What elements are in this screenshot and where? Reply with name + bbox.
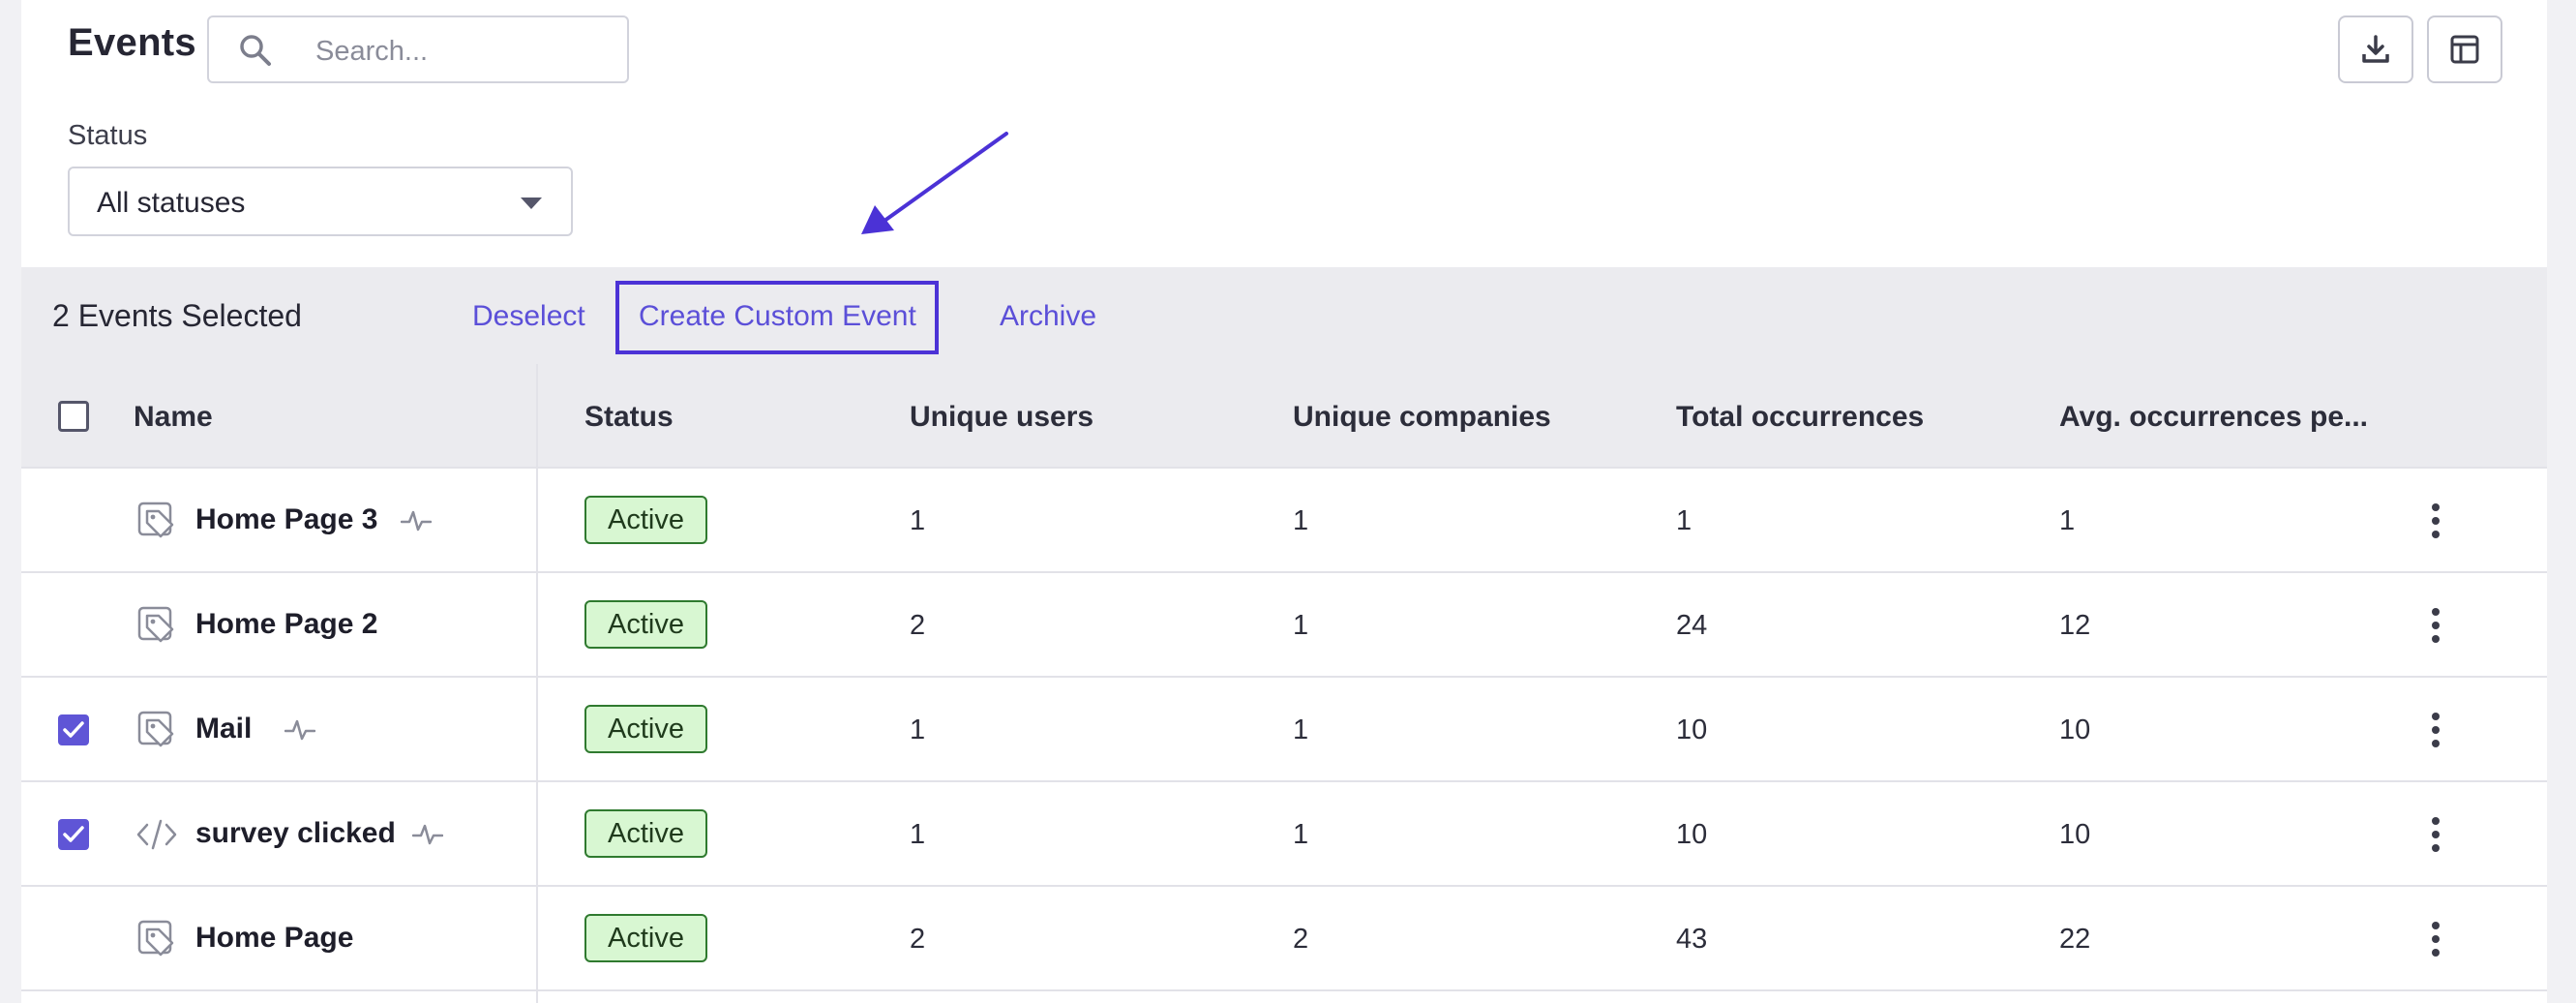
event-name[interactable]: survey clicked [195, 817, 396, 850]
checkmark-icon [63, 721, 84, 738]
avg-occurrences-cell: 10 [2059, 819, 2091, 850]
search-input[interactable]: Search... [207, 15, 629, 83]
unique-companies-cell: 1 [1293, 610, 1309, 641]
activity-pulse-icon [412, 824, 443, 845]
row-checkbox-hidden[interactable] [58, 505, 89, 536]
annotation-arrow-icon [861, 132, 1008, 234]
column-header-name[interactable]: Name [134, 401, 213, 434]
total-occurrences-cell: 10 [1676, 714, 1708, 745]
activity-pulse-icon [401, 510, 432, 532]
table-header: Name Status Unique users Unique companie… [21, 364, 2547, 469]
search-placeholder: Search... [315, 36, 429, 67]
total-occurrences-cell: 1 [1676, 505, 1692, 536]
avg-occurrences-cell: 1 [2059, 505, 2076, 536]
row-menu-icon[interactable] [2431, 503, 2441, 538]
table-row[interactable]: Home Page Active 2 2 43 22 [21, 887, 2547, 991]
unique-companies-cell: 1 [1293, 714, 1309, 745]
bulk-action-bar: 2 Events Selected Deselect Create Custom… [21, 267, 2547, 364]
checkmark-icon [63, 826, 84, 842]
column-header-unique-users[interactable]: Unique users [910, 401, 1093, 434]
row-menu-icon[interactable] [2431, 817, 2441, 852]
unique-users-cell: 1 [910, 505, 926, 536]
row-checkbox-hidden[interactable] [58, 924, 89, 955]
download-button[interactable] [2338, 15, 2413, 83]
unique-users-cell: 2 [910, 924, 926, 955]
unique-companies-cell: 1 [1293, 505, 1309, 536]
status-filter-label: Status [68, 120, 148, 151]
total-occurrences-cell: 10 [1676, 819, 1708, 850]
tag-icon [137, 502, 174, 538]
status-badge: Active [584, 914, 707, 962]
code-icon [136, 819, 177, 850]
status-badge: Active [584, 600, 707, 649]
avg-occurrences-cell: 10 [2059, 714, 2091, 745]
table-row[interactable]: Home Page 2 Active 2 1 24 12 [21, 573, 2547, 678]
row-menu-icon[interactable] [2431, 713, 2441, 747]
column-header-status[interactable]: Status [584, 401, 674, 434]
table-row[interactable]: Home Page 3 Active 1 1 1 1 [21, 469, 2547, 573]
events-panel: Events Search... Status All statuses 2 E… [21, 0, 2547, 1003]
event-name[interactable]: Home Page [195, 922, 353, 955]
avg-occurrences-cell: 22 [2059, 924, 2091, 955]
table-row[interactable]: Mail Active 1 1 10 10 [21, 678, 2547, 782]
status-filter-select[interactable]: All statuses [68, 167, 573, 236]
row-menu-icon[interactable] [2431, 922, 2441, 957]
row-checkbox[interactable] [58, 819, 89, 850]
deselect-button[interactable]: Deselect [472, 300, 585, 333]
total-occurrences-cell: 43 [1676, 924, 1708, 955]
avg-occurrences-cell: 12 [2059, 610, 2091, 641]
status-badge: Active [584, 496, 707, 544]
unique-companies-cell: 1 [1293, 819, 1309, 850]
activity-pulse-icon [285, 719, 315, 741]
row-menu-icon[interactable] [2431, 608, 2441, 643]
create-custom-event-button[interactable]: Create Custom Event [639, 300, 916, 333]
status-badge: Active [584, 705, 707, 753]
page-title: Events [68, 21, 196, 64]
unique-companies-cell: 2 [1293, 924, 1309, 955]
selected-count: 2 Events Selected [52, 298, 302, 333]
table-columns-icon [2450, 35, 2479, 64]
tag-icon [137, 606, 174, 643]
column-header-unique-companies[interactable]: Unique companies [1293, 401, 1551, 434]
event-name[interactable]: Home Page 3 [195, 503, 377, 536]
table-row[interactable]: survey clicked Active 1 1 10 10 [21, 782, 2547, 887]
tag-icon [137, 920, 174, 957]
unique-users-cell: 2 [910, 610, 926, 641]
tag-icon [137, 711, 174, 747]
event-name[interactable]: Mail [195, 713, 252, 745]
column-divider [536, 364, 538, 1003]
search-icon [240, 35, 271, 66]
row-checkbox[interactable] [58, 714, 89, 745]
row-checkbox-hidden[interactable] [58, 610, 89, 641]
columns-settings-button[interactable] [2427, 15, 2502, 83]
status-badge: Active [584, 809, 707, 858]
total-occurrences-cell: 24 [1676, 610, 1708, 641]
unique-users-cell: 1 [910, 819, 926, 850]
column-header-avg-occurrences[interactable]: Avg. occurrences pe... [2059, 401, 2368, 434]
column-header-total-occurrences[interactable]: Total occurrences [1676, 401, 1924, 434]
unique-users-cell: 1 [910, 714, 926, 745]
status-filter-value: All statuses [97, 187, 246, 219]
event-name[interactable]: Home Page 2 [195, 608, 377, 641]
select-all-checkbox[interactable] [58, 401, 89, 432]
archive-button[interactable]: Archive [1000, 300, 1096, 333]
chevron-down-icon [521, 198, 542, 209]
download-icon [2362, 35, 2389, 63]
